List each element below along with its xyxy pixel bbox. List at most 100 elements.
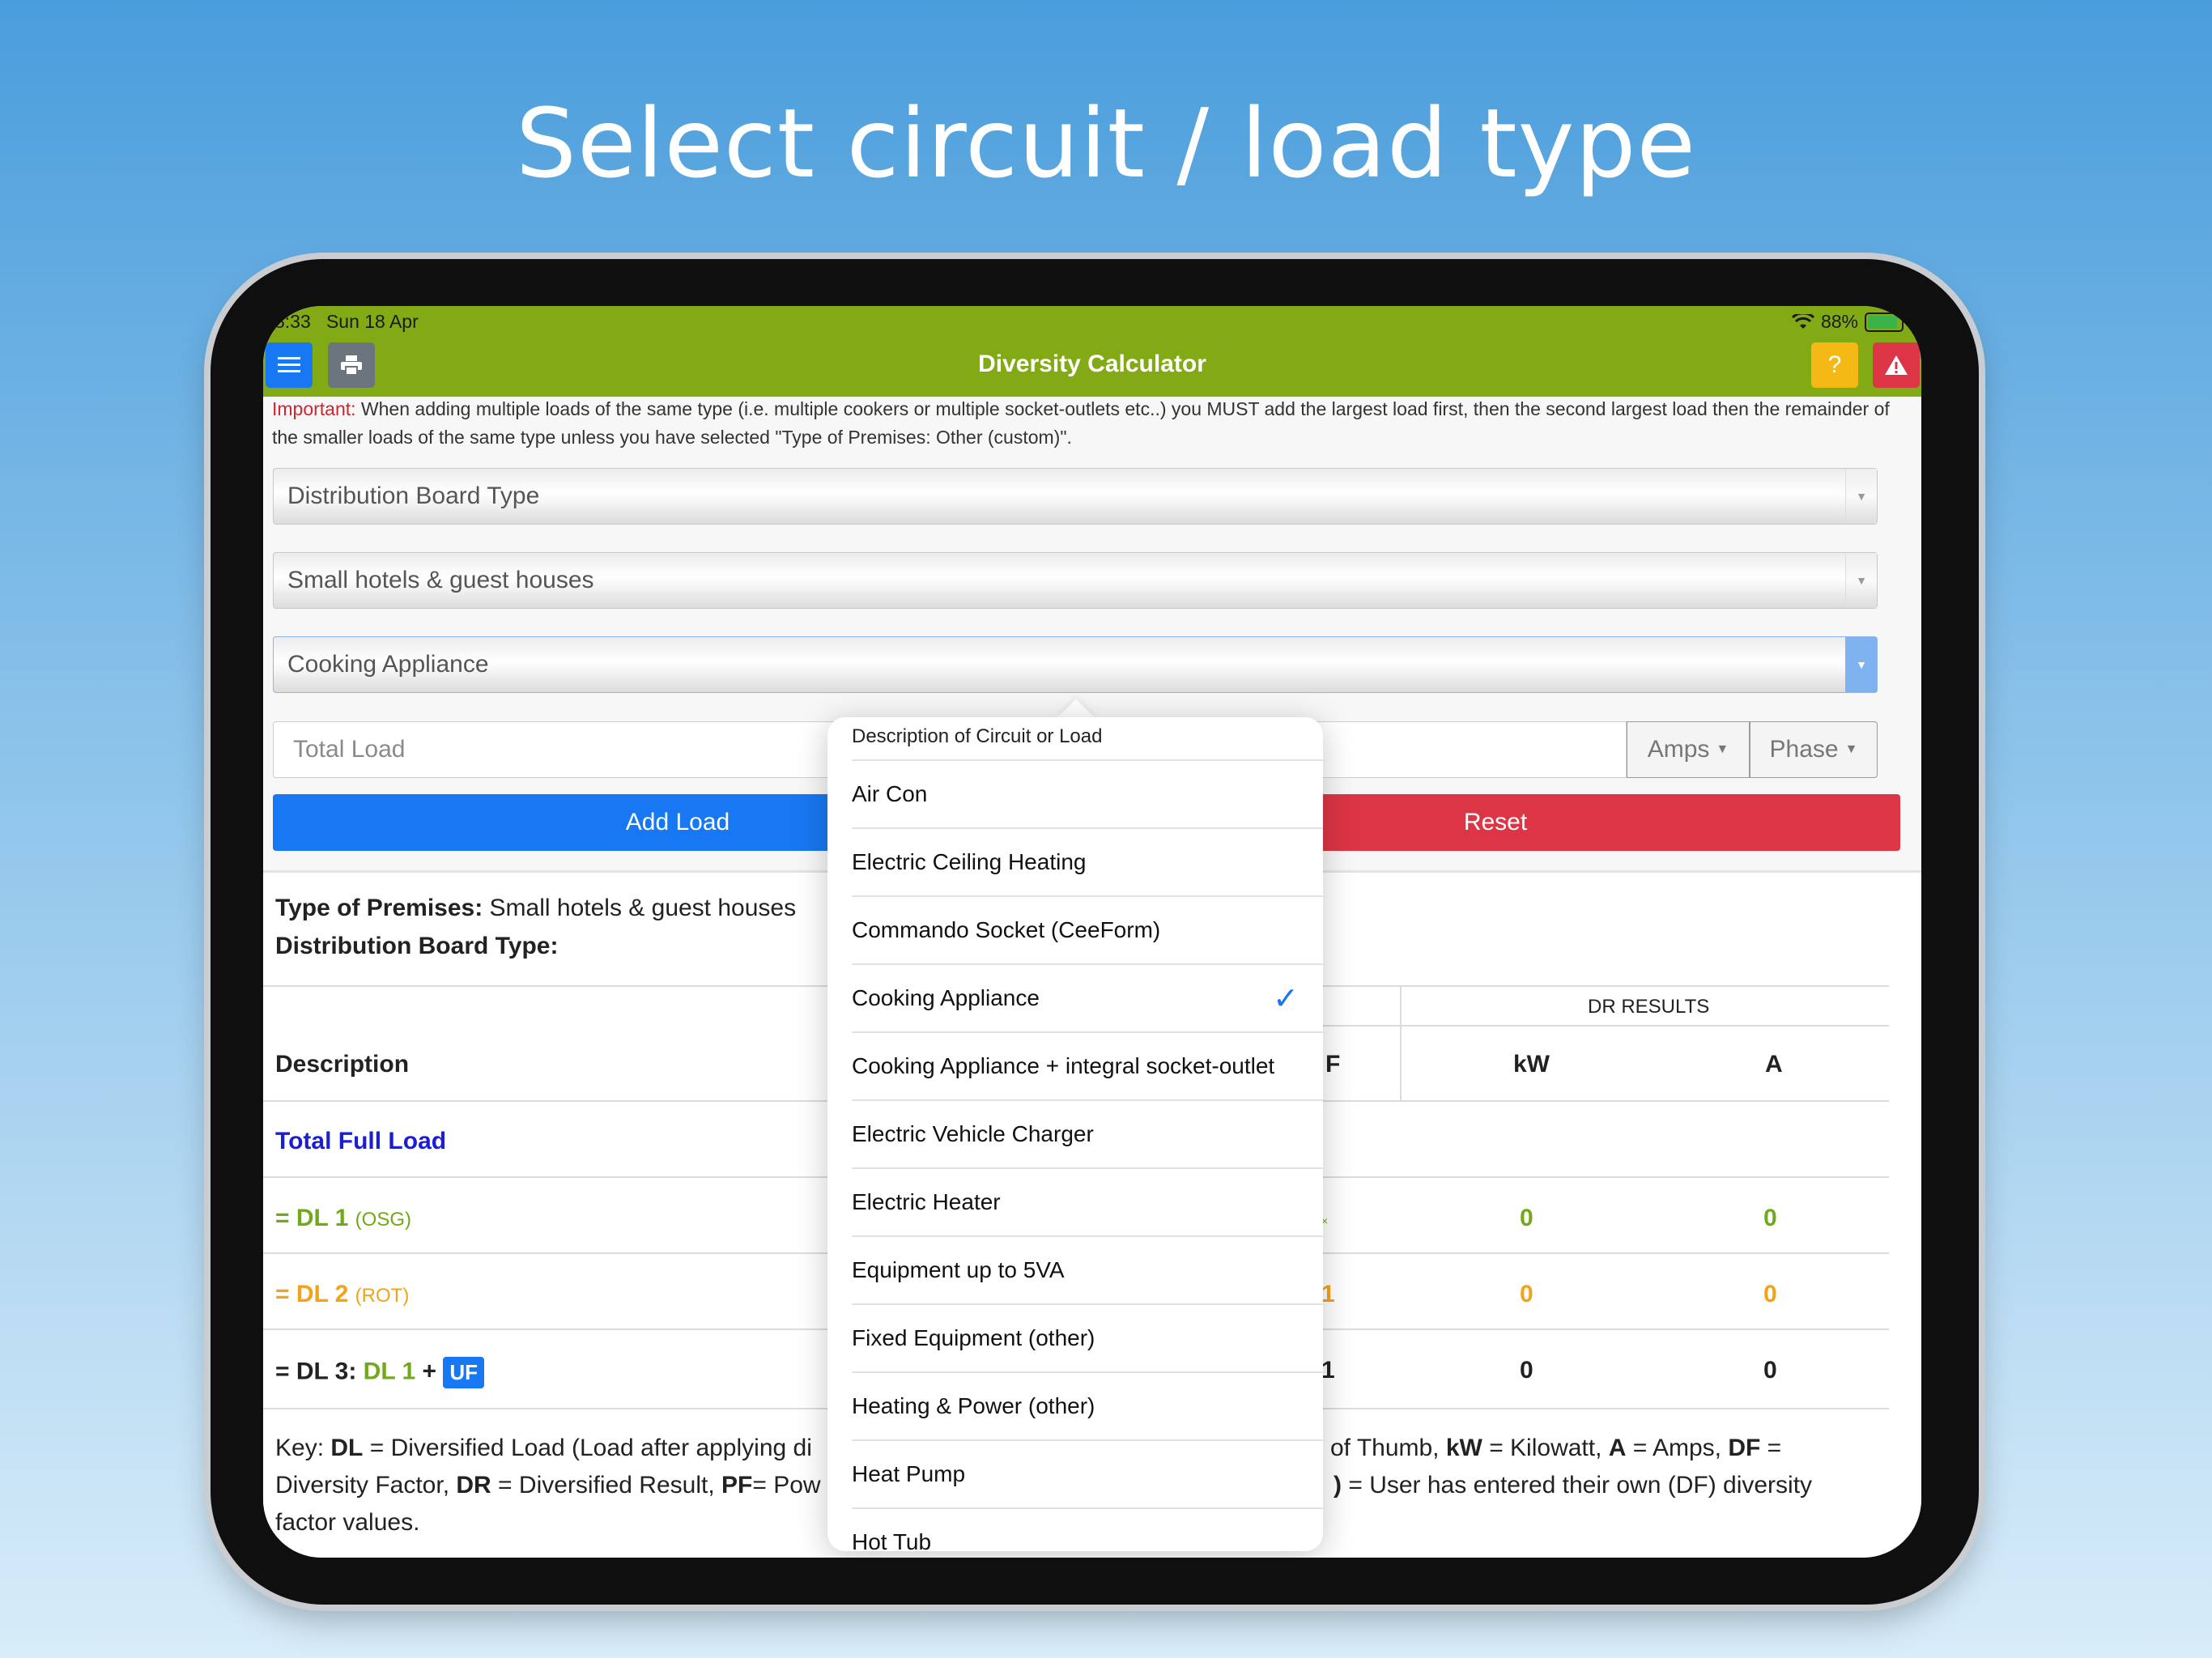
popover-item-cooking-appliance-socket[interactable]: Cooking Appliance + integral socket-outl… — [852, 1031, 1323, 1099]
col-df: F — [1325, 1051, 1341, 1078]
dl2-df: 1 — [1321, 1281, 1335, 1307]
checkmark-icon: ✓ — [1273, 981, 1299, 1016]
popover-item-cooking-appliance[interactable]: Cooking Appliance ✓ — [852, 963, 1323, 1031]
key-text: = Kilowatt, — [1482, 1435, 1609, 1461]
popover-item-label: Fixed Equipment (other) — [852, 1325, 1095, 1350]
premises-summary-value: Small hotels & guest houses — [489, 895, 797, 921]
status-bar-left: 8:33 Sun 18 Apr — [274, 311, 419, 333]
popover-item-label: Electric Vehicle Charger — [852, 1121, 1094, 1146]
key-line-2-right: ) = User has entered their own (DF) dive… — [1334, 1467, 1812, 1504]
dropdown-arrow-icon: ▼ — [1845, 553, 1877, 608]
dl3-plus: + — [422, 1358, 436, 1385]
dl3-label: = DL 3: — [275, 1358, 357, 1385]
key-text: = — [1760, 1435, 1782, 1461]
wifi-icon — [1791, 313, 1814, 329]
popover-item-label: Cooking Appliance + integral socket-outl… — [852, 1053, 1275, 1078]
load-type-select[interactable]: Cooking Appliance ▼ — [273, 636, 1878, 693]
dl1-label: = DL 1 — [275, 1205, 349, 1231]
premises-summary-label: Type of Premises: — [275, 895, 483, 921]
key-term: kW — [1445, 1435, 1482, 1461]
dl3-dl1: DL 1 — [363, 1358, 416, 1385]
dl3-row-label: = DL 3: DL 1 + UF — [275, 1357, 485, 1388]
load-type-popover: Description of Circuit or Load Air Con E… — [827, 717, 1323, 1551]
popover-item-label: Hot Tub — [852, 1529, 932, 1551]
key-text: of Thumb, — [1330, 1435, 1446, 1461]
popover-item-label: Heating & Power (other) — [852, 1393, 1095, 1418]
important-notice: Important: When adding multiple loads of… — [272, 395, 1916, 452]
dl1-sub: (OSG) — [355, 1209, 411, 1231]
caret-down-icon: ▼ — [1716, 742, 1729, 756]
notice-label: Important: — [272, 398, 356, 419]
uf-badge: UF — [443, 1357, 485, 1388]
popover-item-electric-ceiling-heating[interactable]: Electric Ceiling Heating — [852, 827, 1323, 895]
battery-percent: 88% — [1820, 311, 1858, 332]
phase-dropdown[interactable]: Phase ▼ — [1750, 721, 1878, 778]
help-button[interactable]: ? — [1811, 342, 1858, 388]
caret-down-icon: ▼ — [1844, 742, 1858, 756]
key-term: A — [1608, 1435, 1627, 1461]
popover-item-equipment-5va[interactable]: Equipment up to 5VA — [852, 1235, 1323, 1303]
popover-item-label: Heat Pump — [852, 1461, 966, 1486]
key-text: = User has entered their own (DF) divers… — [1342, 1472, 1813, 1499]
status-bar-right: 88% — [1791, 311, 1904, 333]
battery-icon — [1865, 312, 1904, 332]
status-date: Sun 18 Apr — [325, 311, 419, 332]
key-text: Diversity Factor, — [275, 1472, 457, 1499]
popover-item-commando-socket[interactable]: Commando Socket (CeeForm) — [852, 895, 1323, 963]
dr-results-header: DR RESULTS — [1588, 996, 1710, 1018]
alert-button[interactable] — [1873, 342, 1920, 388]
key-term: DR — [456, 1472, 491, 1499]
board-type-value: Distribution Board Type — [287, 483, 540, 509]
popover-item-heating-power[interactable]: Heating & Power (other) — [852, 1371, 1323, 1439]
table-border — [1400, 985, 1402, 1100]
popover-item-heat-pump[interactable]: Heat Pump — [852, 1439, 1323, 1507]
popover-item-label: Commando Socket (CeeForm) — [852, 917, 1161, 942]
col-a: A — [1765, 1051, 1783, 1078]
key-text: = Diversified Result, — [491, 1472, 721, 1499]
dropdown-arrow-icon: ▼ — [1845, 469, 1877, 524]
key-line-1-right: of Thumb, kW = Kilowatt, A = Amps, DF = — [1330, 1430, 1781, 1467]
headline: Select circuit / load type — [516, 87, 1696, 199]
key-term: ) — [1334, 1472, 1342, 1499]
popover-item-hot-tub[interactable]: Hot Tub — [852, 1507, 1323, 1551]
load-type-value: Cooking Appliance — [287, 651, 489, 678]
phase-label: Phase — [1769, 736, 1839, 763]
app-screen: 8:33 Sun 18 Apr 88% Diversity Calculator… — [263, 306, 1921, 1558]
board-type-select[interactable]: Distribution Board Type ▼ — [273, 468, 1878, 525]
dl2-kw: 0 — [1520, 1281, 1534, 1307]
board-summary: Distribution Board Type: — [275, 933, 558, 960]
key-term: DL — [330, 1435, 364, 1461]
premises-summary: Type of Premises: Small hotels & guest h… — [275, 895, 796, 922]
popover-item-label: Electric Heater — [852, 1189, 1001, 1214]
help-icon: ? — [1827, 351, 1842, 378]
col-description: Description — [275, 1051, 410, 1078]
total-full-load-label: Total Full Load — [275, 1128, 447, 1154]
app-title: Diversity Calculator — [978, 351, 1206, 377]
popover-item-ev-charger[interactable]: Electric Vehicle Charger — [852, 1099, 1323, 1167]
premises-value: Small hotels & guest houses — [287, 567, 594, 593]
dl2-sub: (ROT) — [355, 1285, 410, 1307]
dl2-row-label: = DL 2 (ROT) — [275, 1281, 409, 1308]
popover-item-fixed-equipment[interactable]: Fixed Equipment (other) — [852, 1303, 1323, 1371]
premises-select[interactable]: Small hotels & guest houses ▼ — [273, 552, 1878, 609]
board-summary-label: Distribution Board Type: — [275, 933, 559, 959]
dl3-kw: 0 — [1520, 1357, 1534, 1384]
dl2-label: = DL 2 — [275, 1281, 349, 1307]
status-time: 8:33 — [274, 311, 311, 332]
popover-item-label: Electric Ceiling Heating — [852, 849, 1087, 874]
amps-dropdown[interactable]: Amps ▼ — [1627, 721, 1750, 778]
dl3-a: 0 — [1763, 1357, 1777, 1384]
dl1-row-label: = DL 1 (OSG) — [275, 1205, 411, 1232]
table-border — [1322, 1025, 1889, 1027]
popover-item-air-con[interactable]: Air Con — [852, 759, 1323, 827]
key-term: PF — [721, 1472, 753, 1499]
col-kw: kW — [1513, 1051, 1550, 1078]
key-text: = Pow — [752, 1472, 821, 1499]
key-text: Key: — [275, 1435, 331, 1461]
dl1-a: 0 — [1763, 1205, 1777, 1231]
dl2-a: 0 — [1763, 1281, 1777, 1307]
popover-item-electric-heater[interactable]: Electric Heater — [852, 1167, 1323, 1235]
popover-item-label: Cooking Appliance — [852, 985, 1040, 1010]
dropdown-arrow-icon: ▼ — [1845, 637, 1877, 692]
dl3-df: 1 — [1321, 1357, 1335, 1384]
